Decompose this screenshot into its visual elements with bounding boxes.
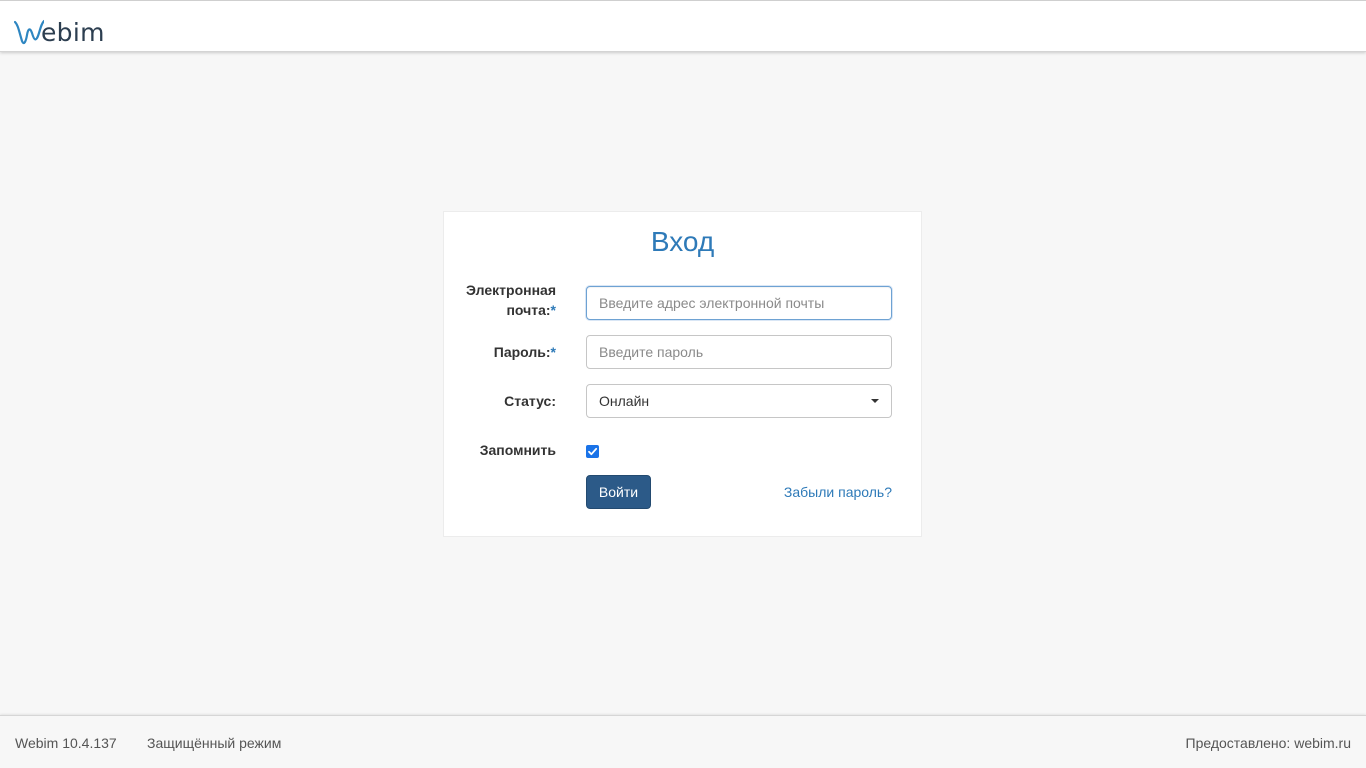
remember-label: Запомнить — [479, 442, 556, 458]
provided-by-text: Предоставлено: webim.ru — [1185, 735, 1351, 751]
email-label: Электронная почта:* — [466, 280, 556, 320]
required-mark: * — [550, 344, 556, 360]
logo-text: ebim — [41, 18, 105, 47]
status-select[interactable]: Онлайн — [586, 384, 892, 418]
page-footer: Webim 10.4.137 Защищённый режим Предоста… — [0, 715, 1366, 768]
webim-wave-icon — [14, 19, 44, 45]
email-label-line1: Электронная — [466, 282, 556, 298]
remember-checkbox[interactable] — [586, 445, 599, 458]
login-button[interactable]: Войти — [586, 475, 651, 509]
checkmark-icon — [588, 447, 598, 456]
login-title: Вход — [650, 226, 715, 257]
webim-logo[interactable]: ebim — [14, 15, 105, 45]
email-input[interactable] — [586, 286, 892, 320]
forgot-password-link[interactable]: Забыли пароль? — [784, 484, 892, 500]
email-label-line2: почта:* — [506, 302, 556, 318]
password-label: Пароль:* — [493, 344, 556, 360]
top-header: ebim — [0, 0, 1366, 52]
required-mark: * — [550, 302, 556, 318]
status-value: Онлайн — [599, 393, 650, 409]
status-label: Статус: — [504, 393, 556, 409]
caret-down-icon — [871, 399, 879, 403]
login-card: Вход Электронная почта:* Пароль:* Статус… — [443, 211, 922, 537]
version-text: Webim 10.4.137 — [15, 735, 117, 751]
secure-mode-text: Защищённый режим — [147, 735, 282, 751]
password-input[interactable] — [586, 335, 892, 369]
